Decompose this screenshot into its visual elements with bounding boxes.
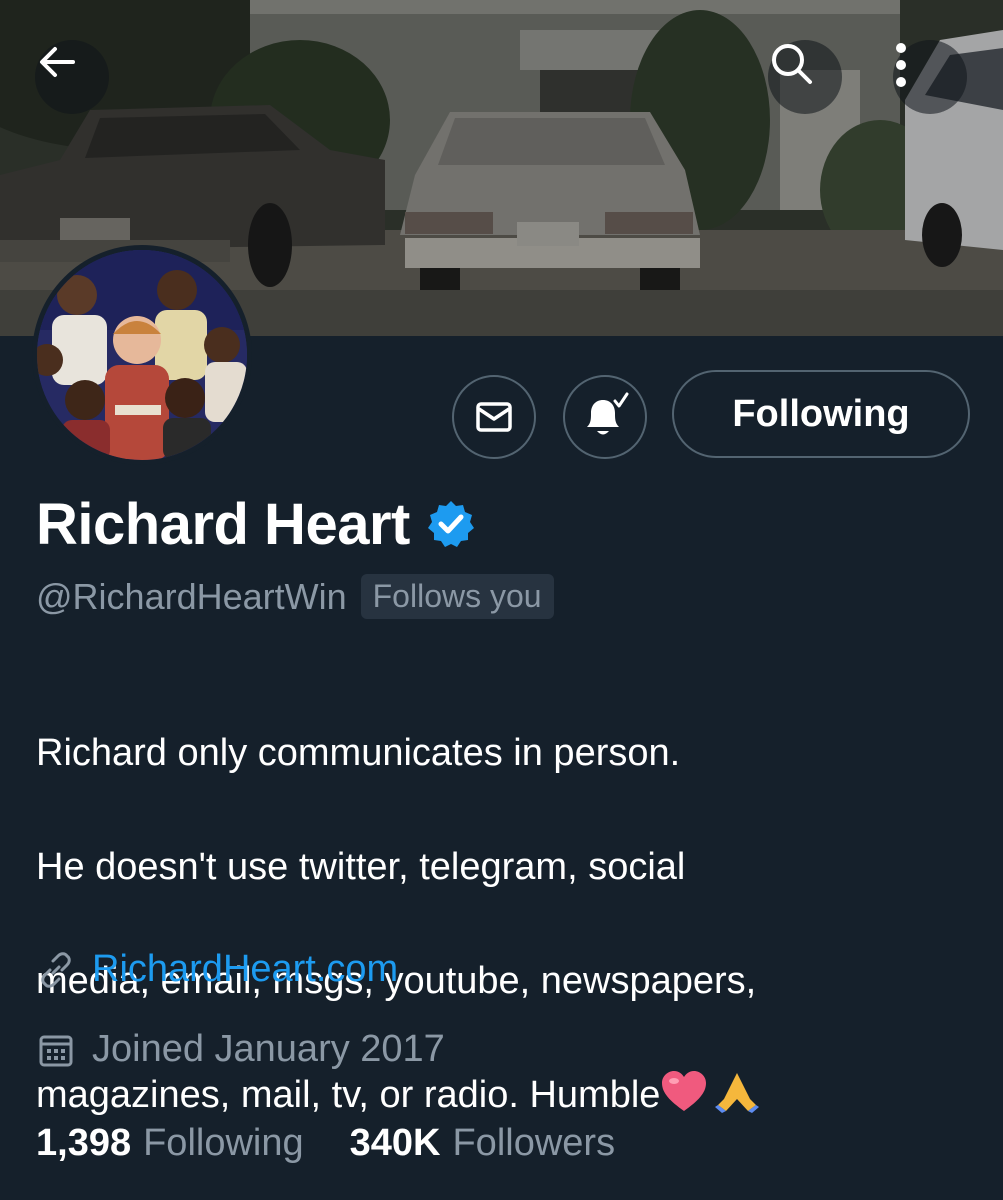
website-link[interactable]: RichardHeart.com [92, 948, 398, 991]
following-count: 1,398 [36, 1122, 132, 1164]
avatar-photo [37, 250, 247, 460]
following-label: Following [143, 1122, 304, 1164]
website-row: RichardHeart.com [36, 948, 398, 991]
more-vertical-icon [896, 43, 906, 87]
profile-page: Following Richard Heart @RichardHeartWin… [0, 0, 1003, 1200]
joined-row: Joined January 2017 [36, 1028, 445, 1071]
handle-row: @RichardHeartWin Follows you [36, 574, 554, 619]
handle: @RichardHeartWin [36, 575, 347, 617]
back-button[interactable] [35, 40, 109, 114]
envelope-icon [476, 402, 512, 432]
search-icon [772, 44, 812, 84]
verified-badge-icon [427, 501, 474, 547]
stats-row: 1,398 Following 340K Followers [36, 1122, 615, 1165]
display-name: Richard Heart [36, 491, 410, 557]
avatar[interactable] [32, 245, 252, 465]
link-icon [41, 951, 71, 988]
followers-stat[interactable]: 340K Followers [350, 1122, 615, 1165]
name-row: Richard Heart [36, 486, 476, 562]
following-stat[interactable]: 1,398 Following [36, 1122, 304, 1165]
folded-hands-emoji [715, 1073, 760, 1113]
following-button[interactable]: Following [672, 370, 970, 458]
bio-line: He doesn't use twitter, telegram, social [36, 846, 686, 888]
arrow-left-icon [40, 47, 75, 77]
heart-emoji [662, 1071, 707, 1111]
bio-line: magazines, mail, tv, or radio. Humble [36, 1074, 661, 1116]
bio-line-last: magazines, mail, tv, or radio. Humble [36, 1067, 976, 1124]
bio: Richard only communicates in person. He … [36, 668, 976, 1181]
joined-date: Joined January 2017 [92, 1028, 445, 1070]
calendar-icon [39, 1035, 73, 1066]
message-button[interactable] [452, 375, 536, 459]
bio-line: Richard only communicates in person. [36, 732, 681, 774]
follows-you-badge: Follows you [360, 574, 554, 619]
followers-count: 340K [349, 1122, 441, 1164]
bell-check-icon [587, 392, 629, 435]
notifications-button[interactable] [563, 375, 647, 459]
more-options-button[interactable] [893, 40, 967, 114]
search-button[interactable] [768, 40, 842, 114]
followers-label: Followers [452, 1122, 616, 1164]
